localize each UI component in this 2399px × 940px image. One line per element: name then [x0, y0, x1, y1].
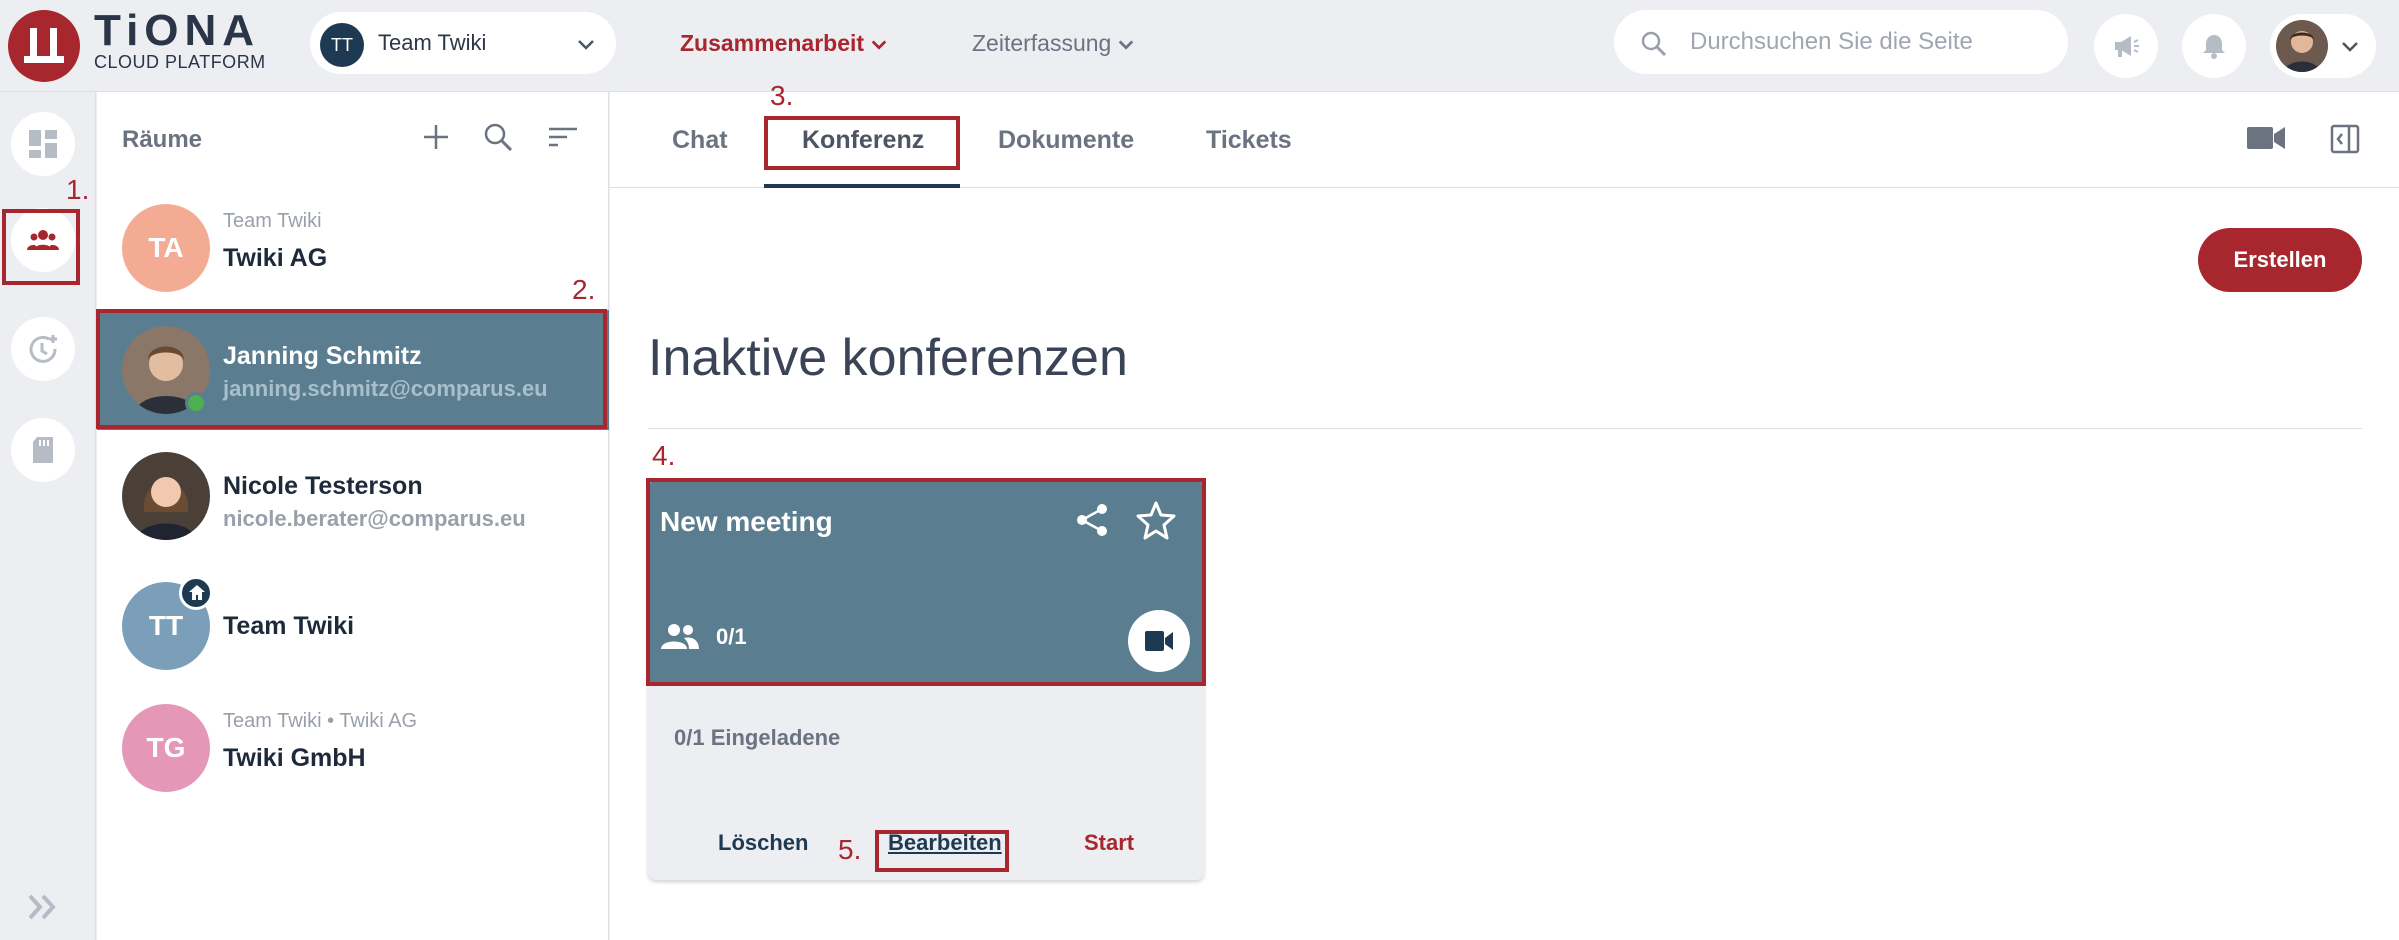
brand-title: TiONA — [94, 6, 261, 55]
user-avatar — [2276, 20, 2328, 72]
room-email: nicole.berater@comparus.eu — [223, 506, 526, 531]
create-conference-button[interactable]: Erstellen — [2198, 228, 2362, 292]
team-selector[interactable]: TT Team Twiki — [310, 12, 616, 74]
step-label: 2. — [572, 274, 596, 305]
participants-icon — [661, 624, 699, 649]
rooms-title: Räume — [122, 126, 203, 153]
sort-icon[interactable] — [547, 122, 579, 152]
star-icon[interactable] — [1136, 500, 1176, 540]
room-item[interactable]: Nicole Testerson nicole.berater@comparus… — [97, 436, 609, 556]
nav-collaboration[interactable]: Zusammenarbeit — [680, 30, 888, 57]
search-input[interactable] — [1690, 24, 2050, 60]
conference-card: New meeting 0/1 0/1 Eingeladene Löschen … — [648, 480, 1204, 880]
step-label: 3. — [770, 80, 794, 111]
join-video-button[interactable] — [1128, 610, 1190, 672]
step-label: 1. — [66, 174, 90, 205]
chevron-down-icon — [578, 40, 594, 50]
room-item[interactable]: TT Team Twiki — [97, 566, 609, 686]
chevron-down-icon — [871, 40, 887, 50]
step-label: 4. — [652, 440, 676, 471]
tab-dokumente[interactable]: Dokumente — [998, 126, 1134, 155]
search-box — [1614, 10, 2068, 74]
user-menu[interactable] — [2270, 14, 2376, 78]
conference-title: New meeting — [660, 506, 833, 537]
step-label: 5. — [838, 834, 862, 865]
room-parent: Team Twiki • Twiki AG — [223, 710, 418, 732]
home-icon — [179, 576, 213, 610]
collaboration-button[interactable] — [11, 208, 75, 272]
tab-tickets[interactable]: Tickets — [1206, 126, 1292, 155]
share-icon[interactable] — [1074, 502, 1110, 538]
nav-time-tracking[interactable]: Zeiterfassung — [972, 30, 1135, 57]
room-name: Team Twiki — [223, 612, 355, 640]
tab-chat[interactable]: Chat — [672, 126, 728, 155]
video-camera-icon[interactable] — [2246, 124, 2286, 152]
room-name: Twiki GmbH — [223, 744, 366, 772]
team-avatar: TT — [320, 23, 364, 67]
room-parent: Team Twiki — [223, 210, 322, 232]
online-status-icon — [185, 392, 207, 414]
brand-subtitle: CLOUD PLATFORM — [94, 52, 266, 72]
room-name: Twiki AG — [223, 244, 328, 272]
megaphone-icon — [2115, 36, 2139, 57]
announcements-button[interactable] — [2094, 14, 2158, 78]
sd-card-icon — [33, 437, 53, 463]
top-bar: TiONA CLOUD PLATFORM TT Team Twiki Zusam… — [0, 0, 2399, 92]
active-tab-indicator — [764, 184, 960, 188]
notifications-button[interactable] — [2182, 14, 2246, 78]
group-icon — [27, 230, 59, 250]
room-item[interactable]: TG Team Twiki • Twiki AG Twiki GmbH — [97, 688, 609, 808]
expand-sidebar-icon[interactable] — [26, 892, 60, 922]
room-avatar — [122, 452, 210, 540]
room-avatar: TA — [122, 204, 210, 292]
conference-card-header: New meeting 0/1 — [648, 480, 1204, 686]
search-icon[interactable] — [483, 122, 513, 152]
edit-button[interactable]: Bearbeiten — [888, 830, 1002, 856]
start-button[interactable]: Start — [1084, 830, 1134, 856]
rooms-header: Räume — [97, 92, 609, 184]
clock-add-icon — [29, 335, 57, 363]
rooms-panel: Räume TA Team Twiki Twiki AG Janning Sch… — [97, 92, 609, 940]
team-selector-label: Team Twiki — [378, 30, 487, 55]
room-email: janning.schmitz@comparus.eu — [223, 376, 548, 401]
tab-bar: Chat Konferenz Dokumente Tickets — [610, 92, 2399, 188]
storage-button[interactable] — [11, 418, 75, 482]
participants-count: 0/1 — [716, 624, 747, 649]
video-camera-icon — [1145, 631, 1173, 651]
main-content: Chat Konferenz Dokumente Tickets Erstell… — [610, 92, 2399, 940]
nav-time-tracking-label: Zeiterfassung — [972, 30, 1112, 56]
invited-count: 0/1 Eingeladene — [674, 725, 841, 750]
room-name: Janning Schmitz — [223, 342, 422, 370]
dashboard-button[interactable] — [11, 112, 75, 176]
dashboard-icon — [29, 130, 57, 158]
room-item[interactable]: TA Team Twiki Twiki AG — [97, 188, 609, 308]
side-panel-icon[interactable] — [2330, 124, 2360, 154]
chevron-down-icon — [1119, 40, 1134, 50]
add-icon[interactable] — [421, 122, 451, 152]
room-item-active[interactable]: Janning Schmitz janning.schmitz@comparus… — [97, 310, 609, 430]
room-avatar: TG — [122, 704, 210, 792]
bell-icon — [2203, 35, 2225, 59]
room-name: Nicole Testerson — [223, 472, 423, 500]
delete-button[interactable]: Löschen — [718, 830, 808, 856]
tab-konferenz[interactable]: Konferenz — [802, 126, 924, 155]
search-icon — [1641, 31, 1667, 57]
left-rail — [0, 92, 96, 940]
chevron-down-icon — [2342, 42, 2358, 52]
nav-collaboration-label: Zusammenarbeit — [680, 30, 865, 56]
time-tracking-button[interactable] — [11, 317, 75, 381]
tiona-logo-icon[interactable] — [8, 10, 80, 82]
page-title: Inaktive konferenzen — [648, 329, 1128, 387]
divider — [648, 428, 2362, 429]
